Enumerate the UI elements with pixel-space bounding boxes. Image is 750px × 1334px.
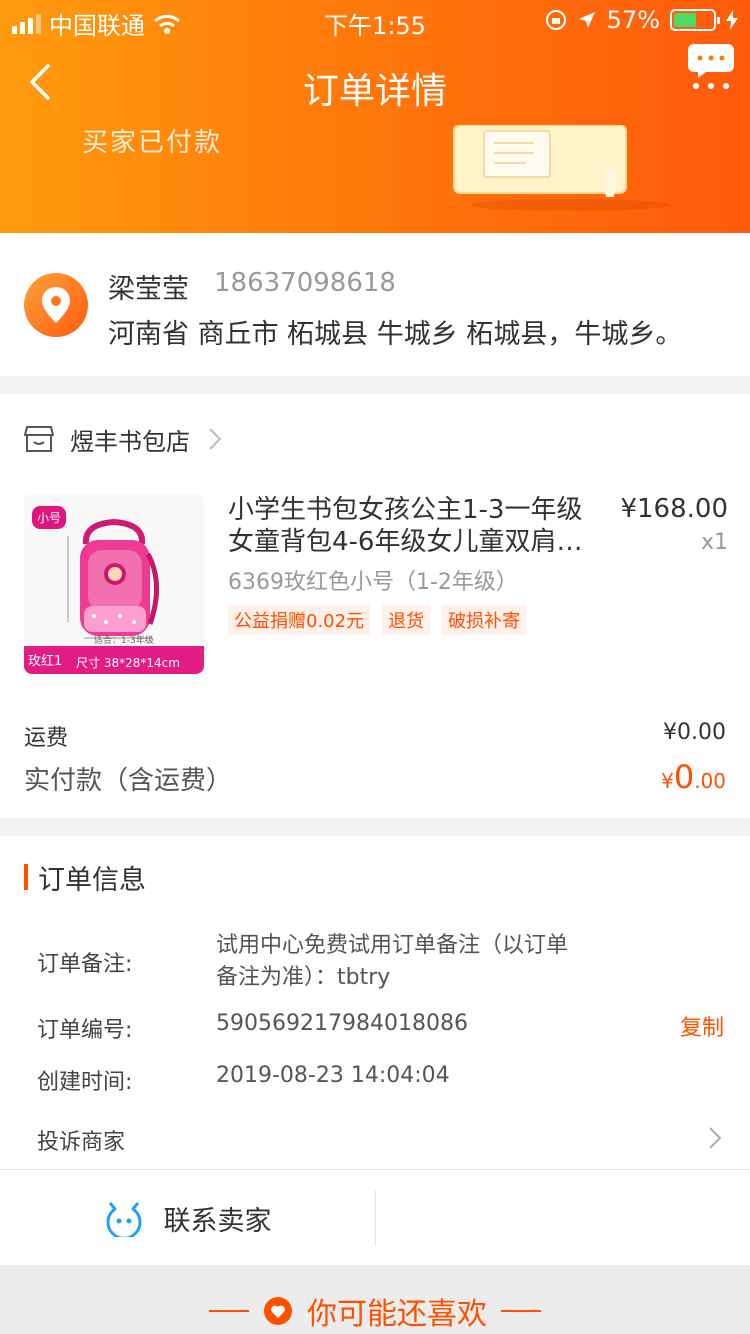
product-thumbnail[interactable]: 小号 适合：1-3年级 玫红1 尺寸 38*28*14cm bbox=[24, 494, 204, 674]
charging-icon bbox=[726, 10, 738, 30]
paid-integer: 0 bbox=[673, 758, 695, 796]
contact-seller-button[interactable]: 联系卖家 bbox=[0, 1170, 375, 1266]
thumb-color-label: 玫红1 bbox=[28, 654, 63, 669]
created-time-label: 创建时间: bbox=[37, 1070, 133, 1095]
paid-amount-value: ¥0.00 bbox=[661, 758, 726, 796]
tag-charity: 公益捐赠0.02元 bbox=[228, 605, 371, 635]
recommend-section: 你可能还喜欢 bbox=[0, 1265, 750, 1334]
recipient-phone: 18637098618 bbox=[214, 268, 396, 298]
order-info-heading: 订单信息 bbox=[24, 862, 146, 896]
location-icon bbox=[578, 12, 595, 28]
bottom-action-bar: 联系卖家 bbox=[0, 1169, 750, 1265]
battery-percent: 57% bbox=[606, 6, 660, 34]
order-card: 煜丰书包店 小号 适合：1-3年级 玫红1 尺寸 38*28*14cm 小学生书… bbox=[0, 394, 750, 818]
package-illustration bbox=[453, 125, 670, 211]
shop-header[interactable]: 煜丰书包店 bbox=[24, 422, 222, 456]
complain-merchant-row[interactable]: 投诉商家 bbox=[0, 1112, 750, 1168]
nav-bar: 订单详情 bbox=[0, 44, 750, 116]
page-title: 订单详情 bbox=[302, 71, 447, 112]
paid-currency: ¥ bbox=[661, 769, 674, 793]
order-status-text: 买家已付款 bbox=[82, 128, 223, 158]
size-tag: 小号 bbox=[32, 506, 67, 529]
copy-order-number-button[interactable]: 复制 bbox=[680, 1010, 724, 1042]
order-info-title: 订单信息 bbox=[38, 864, 146, 896]
recommend-right-line bbox=[501, 1310, 541, 1312]
rotation-lock-icon bbox=[545, 10, 566, 30]
product-title[interactable]: 小学生书包女孩公主1-3一年级女童背包4-6年级女儿童双肩… bbox=[228, 494, 600, 558]
product-price: ¥168.00 bbox=[620, 494, 728, 524]
tag-return: 退货 bbox=[382, 605, 431, 635]
created-time-value: 2019-08-23 14:04:04 bbox=[216, 1063, 450, 1088]
order-number-label: 订单编号: bbox=[37, 1018, 133, 1043]
order-info-section: 订单信息 订单备注: 试用中心免费试用订单备注（以订单 备注为准）：tbtry … bbox=[0, 836, 750, 1169]
action-divider bbox=[375, 1190, 376, 1246]
thumb-fit-text: 适合：1-3年级 bbox=[94, 636, 154, 646]
paid-decimal: .00 bbox=[694, 769, 726, 793]
complain-merchant-label: 投诉商家 bbox=[37, 1130, 126, 1155]
order-note-value: 试用中心免费试用订单备注（以订单 备注为准）：tbtry bbox=[216, 930, 568, 994]
order-note-line-2: 备注为准）：tbtry bbox=[216, 965, 391, 990]
product-quantity: x1 bbox=[700, 530, 728, 555]
chevron-right-icon bbox=[209, 428, 222, 450]
recipient-address: 河南省 商丘市 柘城县 牛城乡 柘城县，牛城乡。 bbox=[108, 319, 683, 350]
thumb-strip: 玫红1 尺寸 38*28*14cm bbox=[24, 646, 204, 674]
paid-amount-label: 实付款（含运费） bbox=[24, 766, 233, 796]
contact-seller-label: 联系卖家 bbox=[163, 1205, 272, 1237]
chevron-right-icon bbox=[709, 1127, 722, 1149]
order-note-line-1: 试用中心免费试用订单备注（以订单 bbox=[216, 933, 569, 958]
battery-icon bbox=[670, 9, 720, 31]
recipient-name: 梁莹莹 bbox=[108, 274, 189, 305]
order-note-label: 订单备注: bbox=[37, 952, 133, 977]
recommend-heading: 你可能还喜欢 bbox=[0, 1289, 750, 1333]
chat-face-icon bbox=[106, 1202, 141, 1237]
order-number-value: 590569217984018086 bbox=[216, 1011, 468, 1036]
store-icon bbox=[24, 426, 54, 452]
tag-damage-resend: 破损补寄 bbox=[442, 605, 527, 635]
status-right-group: 57% bbox=[545, 6, 738, 34]
status-bar: 中国联通 下午1:55 57% bbox=[0, 0, 750, 40]
shipping-fee-label: 运费 bbox=[24, 726, 69, 751]
recommend-left-line bbox=[209, 1310, 249, 1312]
location-pin-icon bbox=[24, 273, 88, 337]
shop-name: 煜丰书包店 bbox=[70, 427, 190, 456]
heart-icon bbox=[264, 1297, 292, 1325]
header: 中国联通 下午1:55 57% 订单详情 买家已付款 bbox=[0, 0, 750, 233]
heading-accent-bar bbox=[24, 864, 28, 890]
shipping-address-card: 梁莹莹 18637098618 河南省 商丘市 柘城县 牛城乡 柘城县，牛城乡。 bbox=[0, 233, 750, 376]
recommend-title: 你可能还喜欢 bbox=[307, 1297, 487, 1332]
thumb-dimension: 尺寸 38*28*14cm bbox=[76, 656, 180, 670]
service-tags: 公益捐赠0.02元 退货 破损补寄 bbox=[228, 605, 527, 635]
shipping-fee-value: ¥0.00 bbox=[663, 720, 726, 745]
more-menu-icon[interactable] bbox=[686, 40, 736, 90]
product-sku: 6369玫红色小号（1-2年级） bbox=[228, 570, 518, 595]
